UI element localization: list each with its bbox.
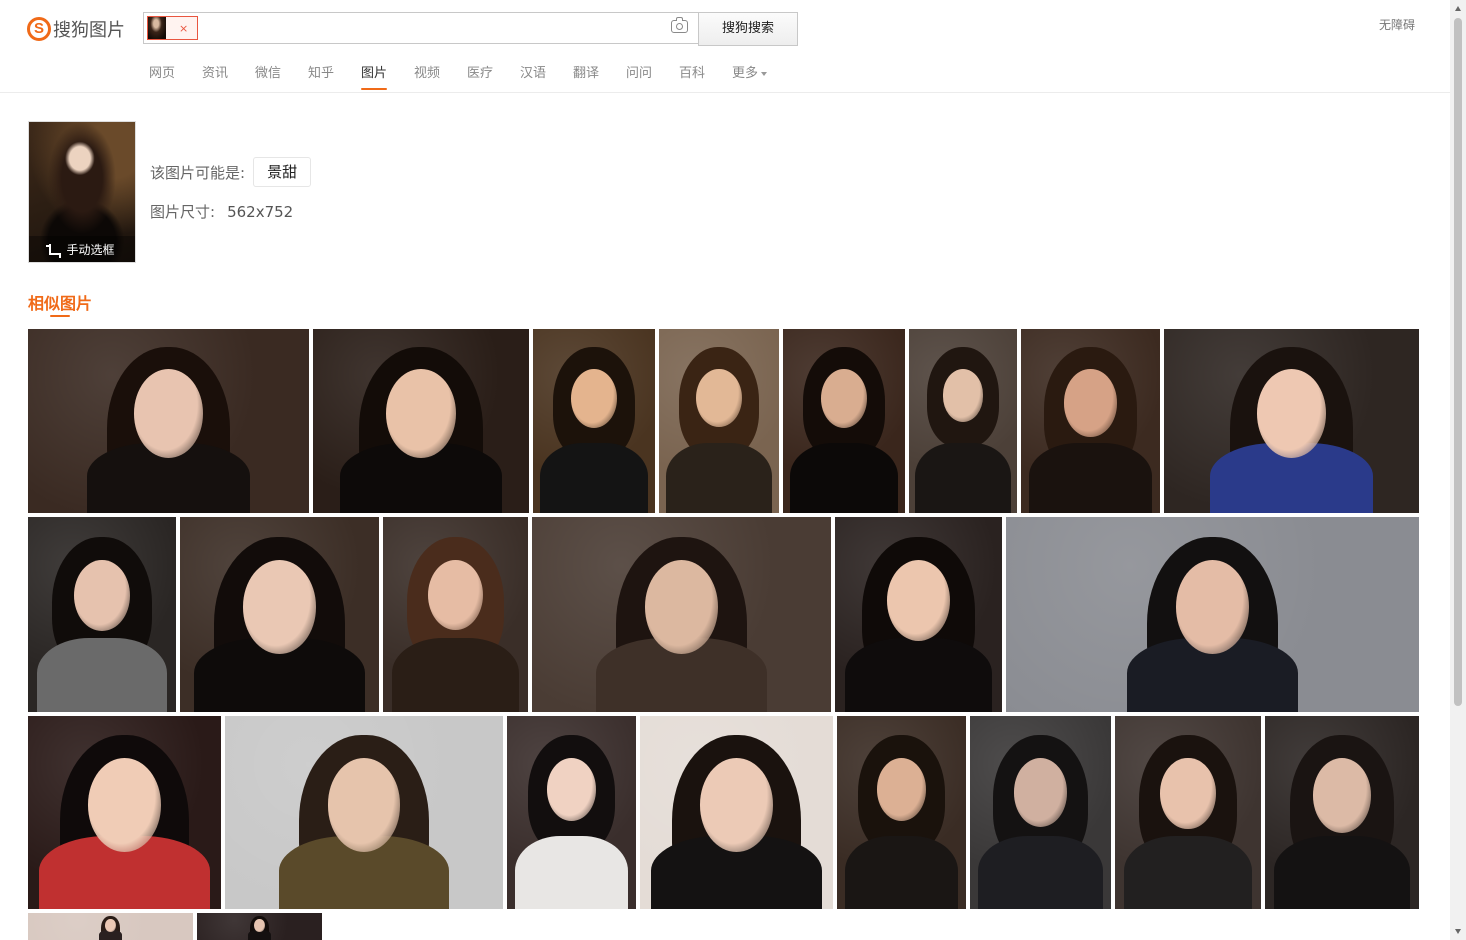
vertical-scrollbar[interactable] bbox=[1450, 0, 1466, 940]
similar-image[interactable] bbox=[28, 913, 193, 940]
body-shape bbox=[844, 637, 993, 712]
face-shape bbox=[1256, 369, 1327, 459]
similar-image[interactable] bbox=[1115, 716, 1261, 909]
face-shape bbox=[1160, 758, 1216, 829]
similar-image[interactable] bbox=[507, 716, 636, 909]
body-shape bbox=[790, 443, 898, 513]
body-shape bbox=[36, 637, 168, 712]
face-shape bbox=[570, 369, 618, 429]
similar-image[interactable] bbox=[1164, 329, 1419, 513]
face-shape bbox=[242, 559, 317, 655]
similar-image[interactable] bbox=[197, 913, 322, 940]
body-shape bbox=[978, 835, 1103, 909]
similar-image[interactable] bbox=[835, 517, 1002, 712]
similar-image[interactable] bbox=[533, 329, 655, 513]
similar-image[interactable] bbox=[659, 329, 779, 513]
face-shape bbox=[547, 758, 596, 821]
similar-image[interactable] bbox=[909, 329, 1017, 513]
face-shape bbox=[254, 918, 265, 932]
face-shape bbox=[1064, 369, 1117, 437]
similar-image[interactable] bbox=[180, 517, 379, 712]
face-shape bbox=[386, 369, 456, 459]
body-shape bbox=[666, 443, 772, 513]
body-shape bbox=[1274, 835, 1410, 909]
face-shape bbox=[88, 758, 161, 852]
face-shape bbox=[696, 369, 742, 428]
face-shape bbox=[700, 758, 773, 852]
face-shape bbox=[133, 369, 204, 459]
face-shape bbox=[327, 758, 401, 852]
body-shape bbox=[514, 835, 629, 909]
body-shape bbox=[391, 637, 520, 712]
scroll-down-arrow-icon[interactable] bbox=[1455, 929, 1461, 934]
face-shape bbox=[1013, 758, 1068, 827]
similar-image[interactable] bbox=[28, 716, 221, 909]
scrollbar-thumb[interactable] bbox=[1454, 18, 1462, 706]
face-shape bbox=[644, 559, 719, 655]
similar-image[interactable] bbox=[28, 517, 176, 712]
similar-image[interactable] bbox=[383, 517, 528, 712]
face-shape bbox=[1175, 559, 1250, 655]
face-shape bbox=[820, 369, 868, 429]
body-shape bbox=[844, 835, 959, 909]
face-shape bbox=[428, 559, 483, 630]
body-shape bbox=[915, 443, 1011, 513]
similar-images-grid bbox=[0, 0, 1450, 940]
face-shape bbox=[886, 559, 951, 641]
similar-image[interactable] bbox=[225, 716, 503, 909]
similar-image[interactable] bbox=[1265, 716, 1419, 909]
scroll-up-arrow-icon[interactable] bbox=[1455, 6, 1461, 11]
face-shape bbox=[105, 918, 116, 932]
similar-image[interactable] bbox=[532, 517, 831, 712]
similar-image[interactable] bbox=[640, 716, 833, 909]
similar-image[interactable] bbox=[313, 329, 529, 513]
face-shape bbox=[942, 369, 984, 422]
similar-image[interactable] bbox=[1006, 517, 1419, 712]
body-shape bbox=[540, 443, 648, 513]
face-shape bbox=[1312, 758, 1372, 833]
similar-image[interactable] bbox=[837, 716, 966, 909]
face-shape bbox=[74, 559, 130, 632]
similar-image[interactable] bbox=[783, 329, 905, 513]
similar-image[interactable] bbox=[1021, 329, 1160, 513]
body-shape bbox=[1029, 443, 1152, 513]
body-shape bbox=[1123, 835, 1253, 909]
similar-image[interactable] bbox=[28, 329, 309, 513]
face-shape bbox=[877, 758, 926, 821]
similar-image[interactable] bbox=[970, 716, 1111, 909]
